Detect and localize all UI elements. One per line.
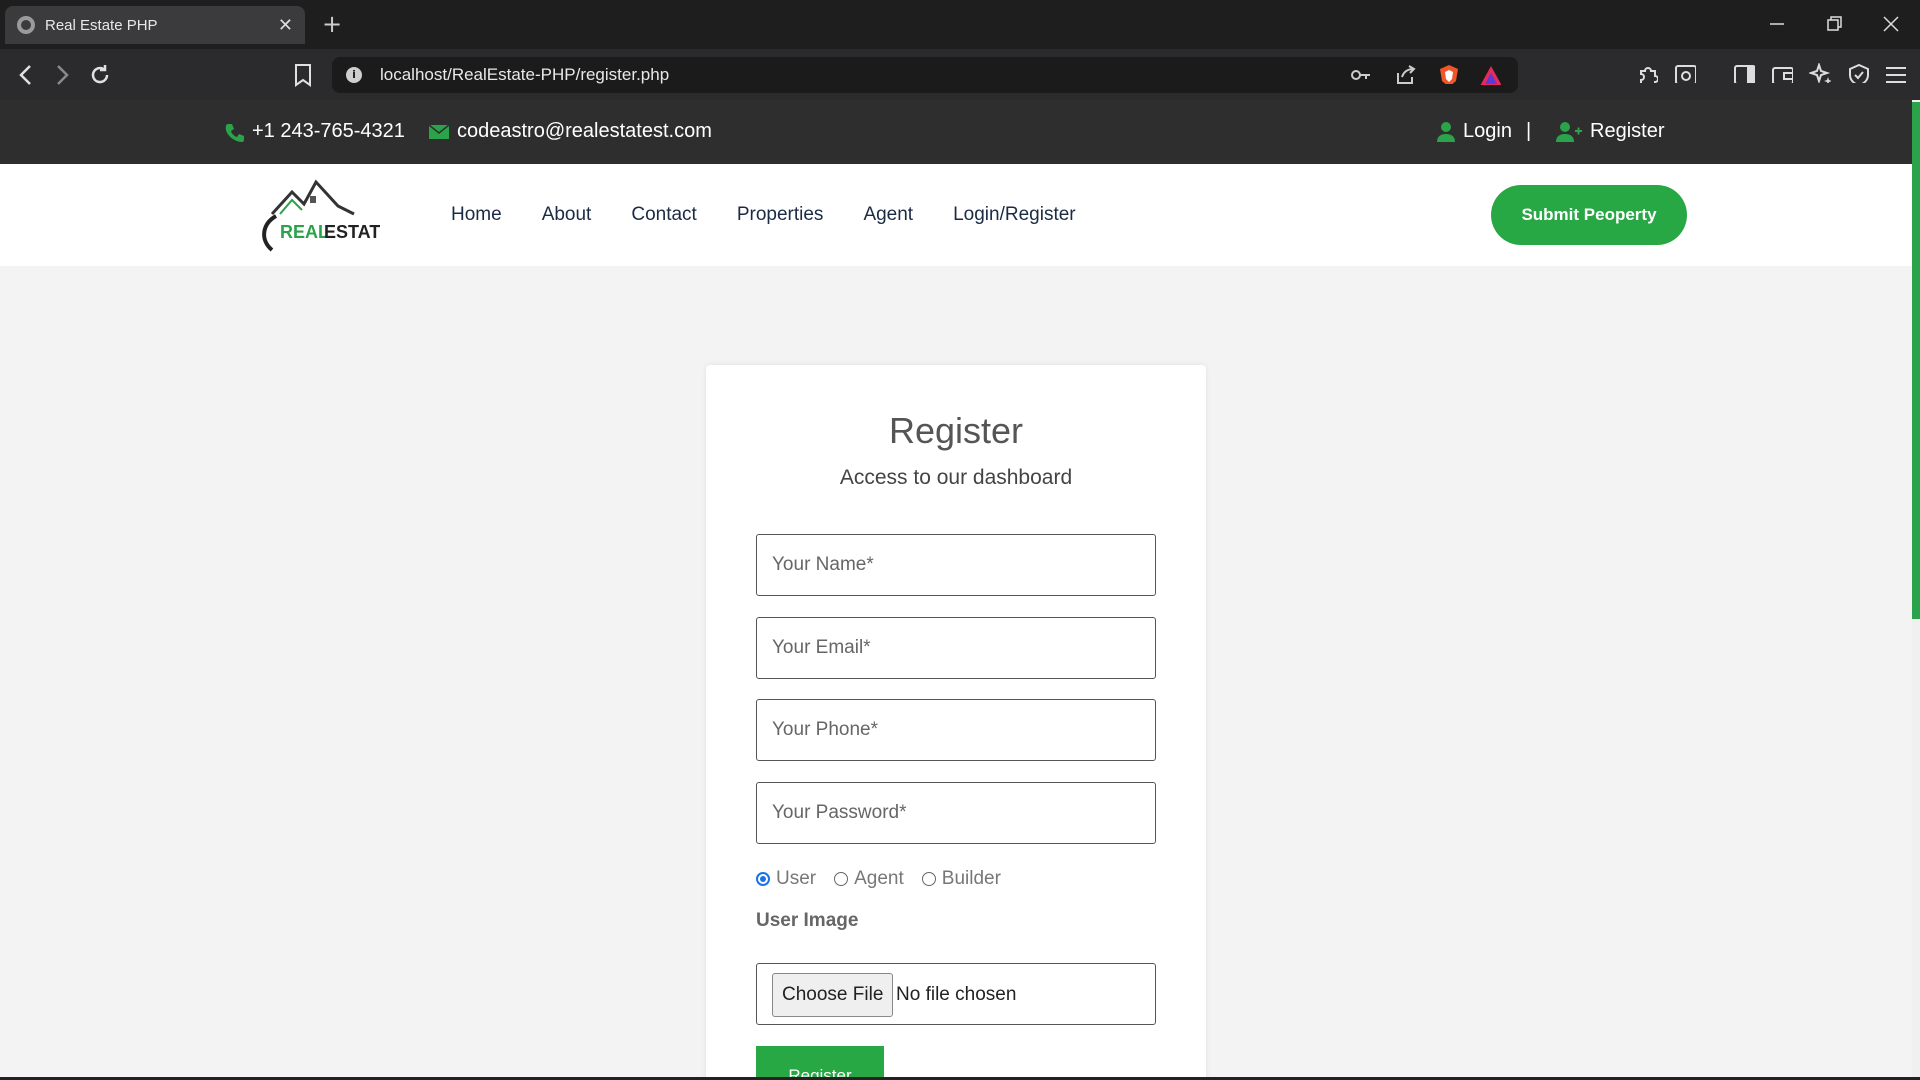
submit-property-button[interactable]: Submit Peoperty (1491, 185, 1687, 245)
topbar-separator: | (1526, 120, 1532, 142)
name-input[interactable] (756, 534, 1156, 596)
nav-item-home[interactable]: Home (451, 204, 502, 226)
vpn-icon[interactable] (1847, 63, 1869, 83)
nav-item-about[interactable]: About (542, 204, 592, 226)
login-label: Login (1463, 120, 1512, 142)
register-card: Register Access to our dashboard User Ag… (706, 365, 1206, 1080)
url-text[interactable]: localhost/RealEstate-PHP/register.php (380, 65, 669, 85)
scrollbar-thumb[interactable] (1912, 102, 1920, 619)
contact-email[interactable]: codeastro@realestatest.com (429, 120, 712, 143)
choose-file-button[interactable]: Choose File (772, 973, 894, 1017)
leo-ai-icon[interactable] (1809, 63, 1831, 83)
minimize-icon[interactable] (1769, 18, 1785, 30)
email-address: codeastro@realestatest.com (457, 120, 712, 142)
logo-text-estate: ESTATE (324, 222, 380, 242)
nav-item-contact[interactable]: Contact (631, 204, 696, 226)
sidebar-icon[interactable] (1733, 63, 1755, 83)
user-image-file-input[interactable]: Choose File No file chosen (756, 963, 1156, 1025)
menu-icon[interactable] (1884, 64, 1906, 84)
nav-item-login-register[interactable]: Login/Register (953, 204, 1076, 226)
main-navigation: REAL ESTATE Home About Contact Propertie… (0, 164, 1912, 266)
forward-icon[interactable] (52, 64, 72, 86)
radio-agent[interactable] (834, 872, 849, 886)
browser-tab[interactable]: Real Estate PHP ✕ (5, 6, 305, 44)
logo-text-real: REAL (280, 222, 329, 242)
envelope-icon (429, 123, 449, 139)
share-icon[interactable] (1394, 65, 1416, 85)
topbar-login-link[interactable]: Login (1437, 120, 1512, 143)
email-input[interactable] (756, 617, 1156, 679)
role-option-user[interactable]: User (756, 868, 816, 890)
close-window-icon[interactable] (1883, 16, 1899, 32)
reload-icon[interactable] (88, 63, 112, 87)
brave-rewards-icon[interactable] (1479, 65, 1501, 85)
contact-phone[interactable]: +1 243-765-4321 (224, 120, 405, 143)
browser-toolbar: i localhost/RealEstate-PHP/register.php (0, 49, 1920, 100)
phone-number: +1 243-765-4321 (252, 120, 405, 142)
bookmark-icon[interactable] (294, 63, 312, 87)
password-input[interactable] (756, 782, 1156, 844)
globe-icon (17, 16, 35, 34)
extensions-icon[interactable] (1636, 63, 1658, 83)
address-bar[interactable]: i localhost/RealEstate-PHP/register.php (332, 57, 1518, 93)
tab-title: Real Estate PHP (45, 16, 158, 34)
register-title: Register (888, 410, 1024, 451)
brave-shield-icon[interactable] (1438, 64, 1460, 84)
key-icon[interactable] (1350, 65, 1372, 85)
restore-icon[interactable] (1826, 16, 1842, 32)
user-image-label: User Image (756, 910, 859, 931)
new-tab-button[interactable]: + (322, 10, 342, 38)
role-radio-group: User Agent Builder (756, 868, 1001, 890)
user-icon (1437, 121, 1455, 142)
browser-tab-bar: Real Estate PHP ✕ + (0, 0, 1920, 49)
page-scrollbar[interactable] (1912, 100, 1920, 1080)
site-topbar: +1 243-765-4321 codeastro@realestatest.c… (0, 100, 1912, 164)
phone-icon (225, 123, 244, 142)
site-info-icon[interactable]: i (346, 67, 362, 83)
realestate-logo[interactable]: REAL ESTATE (258, 178, 380, 254)
role-option-agent[interactable]: Agent (834, 868, 904, 890)
topbar-register-link[interactable]: Register (1556, 120, 1664, 143)
nav-links: Home About Contact Properties Agent Logi… (451, 204, 1076, 226)
wallet-icon[interactable] (1771, 63, 1793, 83)
nav-item-agent[interactable]: Agent (863, 204, 913, 226)
tab-close-icon[interactable]: ✕ (278, 15, 293, 36)
phone-input[interactable] (756, 699, 1156, 761)
reader-icon[interactable] (1674, 63, 1696, 83)
register-submit-button[interactable]: Register (756, 1046, 884, 1080)
no-file-text: No file chosen (896, 984, 1017, 1005)
radio-builder[interactable] (921, 872, 936, 886)
register-subtitle: Access to our dashboard (839, 466, 1073, 489)
user-plus-icon (1556, 121, 1582, 142)
nav-item-properties[interactable]: Properties (737, 204, 824, 226)
register-label: Register (1590, 120, 1665, 142)
radio-user[interactable] (756, 872, 770, 886)
role-option-builder[interactable]: Builder (921, 868, 1001, 890)
back-icon[interactable] (16, 64, 36, 86)
